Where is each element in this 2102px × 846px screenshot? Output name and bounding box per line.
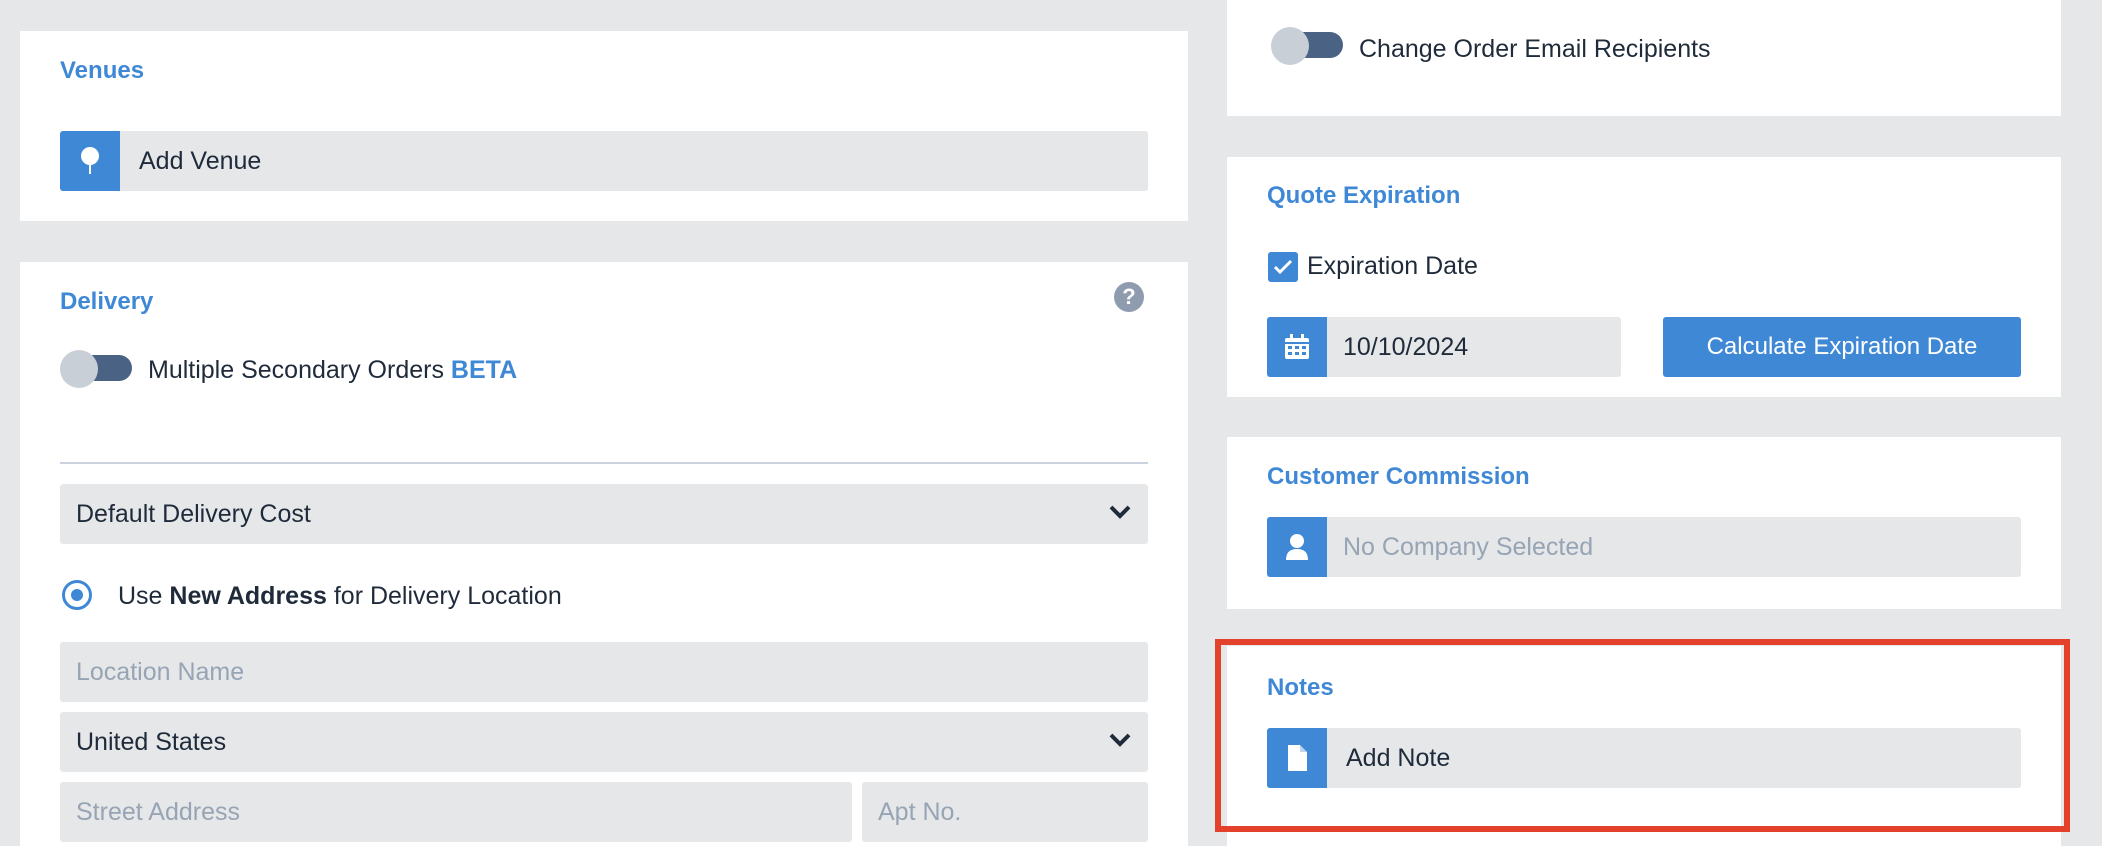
street-address-input[interactable]: Street Address — [60, 782, 852, 842]
calculate-expiration-date-button[interactable]: Calculate Expiration Date — [1663, 317, 2021, 377]
change-order-email-label: Change Order Email Recipients — [1359, 35, 1711, 63]
apt-no-input[interactable]: Apt No. — [862, 782, 1148, 842]
checkmark-icon — [1273, 259, 1293, 275]
notes-highlight-box — [1215, 639, 2070, 832]
divider — [60, 462, 1148, 464]
venues-card: Venues Add Venue — [20, 31, 1188, 221]
new-address-radio[interactable] — [62, 580, 92, 610]
country-select[interactable]: United States — [60, 712, 1148, 772]
change-order-email-toggle[interactable] — [1271, 27, 1343, 65]
customer-commission-card: Customer Commission No Company Selected — [1227, 437, 2061, 609]
company-select[interactable]: No Company Selected — [1267, 517, 2021, 577]
question-circle-icon[interactable]: ? — [1114, 282, 1144, 312]
delivery-cost-select[interactable]: Default Delivery Cost — [60, 484, 1148, 544]
customer-commission-title: Customer Commission — [1267, 463, 1530, 490]
expiration-date-label: Expiration Date — [1307, 252, 1478, 280]
delivery-title: Delivery — [60, 288, 154, 315]
expiration-date-input[interactable]: 10/10/2024 — [1267, 317, 1621, 377]
add-venue-label: Add Venue — [139, 146, 262, 175]
venues-title: Venues — [60, 57, 145, 84]
multiple-secondary-orders-label: Multiple Secondary Orders BETA — [148, 356, 518, 384]
map-pin-icon — [60, 131, 120, 191]
user-icon — [1267, 517, 1327, 577]
location-name-input[interactable]: Location Name — [60, 642, 1148, 702]
chevron-down-icon — [1109, 733, 1131, 747]
calendar-icon — [1267, 317, 1327, 377]
beta-badge: BETA — [450, 356, 518, 384]
quote-expiration-title: Quote Expiration — [1267, 182, 1461, 209]
multiple-secondary-orders-toggle[interactable] — [60, 350, 132, 388]
expiration-date-checkbox[interactable] — [1268, 252, 1298, 282]
quote-expiration-card: Quote Expiration Expiration Date 10/10/2… — [1227, 157, 2061, 397]
email-recipients-card: Change Order Email Recipients — [1227, 0, 2061, 116]
delivery-card: Delivery ? Multiple Secondary Orders BET… — [20, 262, 1188, 846]
add-venue-button[interactable]: Add Venue — [60, 131, 1148, 191]
chevron-down-icon — [1109, 505, 1131, 519]
new-address-radio-label: Use New Address for Delivery Location — [118, 582, 562, 610]
